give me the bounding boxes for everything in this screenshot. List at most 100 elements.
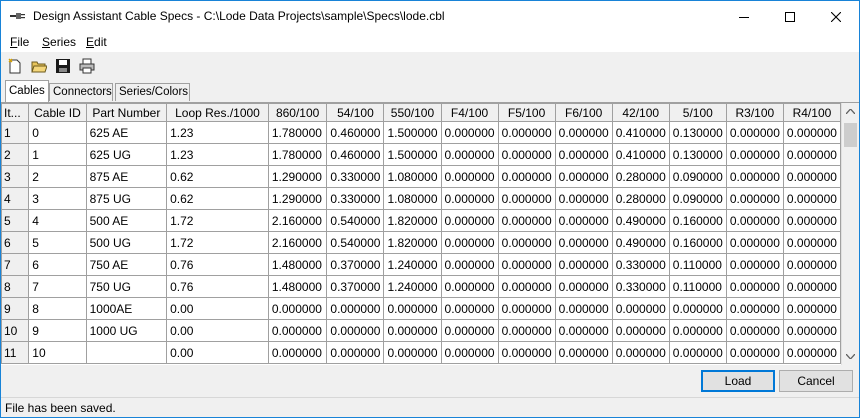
table-row[interactable]: 11 10 0.00 0.000000 0.000000 0.000000 0.000000… (1, 341, 841, 364)
table-cell[interactable]: 2 (28, 165, 87, 188)
table-cell[interactable]: 8 (28, 297, 87, 320)
table-cell[interactable]: 9 (28, 319, 87, 342)
column-header[interactable]: 54/100 (326, 103, 385, 122)
table-cell[interactable]: 0.000000 (782, 341, 841, 364)
table-row[interactable]: 6 5 500 UG 1.72 2.160000 0.540000 1.820000 0.00… (1, 231, 841, 254)
table-cell[interactable]: 1.820000 (383, 231, 442, 254)
table-cell[interactable]: 0.76 (166, 275, 269, 298)
table-cell[interactable]: 0.000000 (267, 341, 328, 364)
table-cell[interactable]: 0.090000 (668, 187, 727, 210)
table-row[interactable]: 2 1 625 UG 1.23 1.780000 0.460000 1.500000 0.00… (1, 143, 841, 166)
table-cell[interactable]: 0.000000 (668, 319, 727, 342)
table-cell[interactable]: 3 (28, 187, 87, 210)
table-cell[interactable]: 1.240000 (383, 253, 442, 276)
table-cell[interactable]: 625 UG (85, 143, 168, 166)
table-cell[interactable]: 0.000000 (554, 187, 613, 210)
table-cell[interactable]: 0.000000 (782, 165, 841, 188)
table-cell[interactable]: 0.130000 (668, 121, 727, 144)
table-cell[interactable]: 0.000000 (611, 319, 670, 342)
table-cell[interactable]: 4 (28, 209, 87, 232)
table-cell[interactable]: 0.000000 (497, 297, 556, 320)
table-row[interactable]: 7 6 750 AE 0.76 1.480000 0.370000 1.240000 0.00… (1, 253, 841, 276)
table-cell[interactable]: 0.000000 (668, 297, 727, 320)
column-header[interactable]: Loop Res./1000 (166, 103, 269, 122)
table-cell[interactable]: 0.000000 (782, 319, 841, 342)
print-button[interactable] (78, 57, 96, 75)
table-cell[interactable]: 1.780000 (267, 143, 328, 166)
row-header[interactable]: 7 (1, 253, 30, 276)
table-cell[interactable]: 0.460000 (326, 121, 385, 144)
scroll-down-arrow-icon[interactable] (842, 348, 859, 365)
table-row[interactable]: 3 2 875 AE 0.62 1.290000 0.330000 1.080000 0.00… (1, 165, 841, 188)
table-cell[interactable]: 0.000000 (440, 209, 499, 232)
table-cell[interactable]: 0 (28, 121, 87, 144)
menu-file[interactable]: File (10, 35, 29, 49)
table-cell[interactable]: 0.280000 (611, 165, 670, 188)
row-header[interactable]: 10 (1, 319, 30, 342)
table-cell[interactable]: 0.330000 (611, 253, 670, 276)
table-row[interactable]: 4 3 875 UG 0.62 1.290000 0.330000 1.080000 0.00… (1, 187, 841, 210)
table-cell[interactable]: 0.000000 (497, 187, 556, 210)
table-cell[interactable]: 875 UG (85, 187, 168, 210)
table-cell[interactable]: 625 AE (85, 121, 168, 144)
table-cell[interactable]: 0.000000 (725, 341, 784, 364)
save-button[interactable] (54, 57, 72, 75)
column-header[interactable]: F6/100 (554, 103, 613, 122)
row-header[interactable]: 4 (1, 187, 30, 210)
table-cell[interactable]: 875 AE (85, 165, 168, 188)
open-file-button[interactable] (30, 57, 48, 75)
row-header[interactable]: 6 (1, 231, 30, 254)
row-header[interactable]: 8 (1, 275, 30, 298)
table-cell[interactable]: 0.370000 (326, 275, 385, 298)
table-cell[interactable]: 0.370000 (326, 253, 385, 276)
table-cell[interactable]: 0.000000 (725, 187, 784, 210)
table-cell[interactable]: 0.000000 (725, 275, 784, 298)
table-cell[interactable]: 0.000000 (554, 121, 613, 144)
row-header[interactable]: 3 (1, 165, 30, 188)
table-cell[interactable]: 0.000000 (725, 253, 784, 276)
table-cell[interactable]: 0.000000 (782, 143, 841, 166)
table-cell[interactable]: 1.820000 (383, 209, 442, 232)
table-cell[interactable]: 0.490000 (611, 209, 670, 232)
table-cell[interactable]: 750 AE (85, 253, 168, 276)
column-header[interactable]: 550/100 (383, 103, 442, 122)
table-cell[interactable]: 0.000000 (497, 165, 556, 188)
table-cell[interactable]: 0.000000 (383, 297, 442, 320)
table-cell[interactable]: 0.110000 (668, 253, 727, 276)
menu-series[interactable]: Series (42, 35, 76, 49)
table-cell[interactable]: 1.290000 (267, 187, 328, 210)
table-cell[interactable]: 0.000000 (383, 319, 442, 342)
tab-series-colors[interactable]: Series/Colors (115, 83, 190, 101)
table-cell[interactable]: 0.000000 (326, 341, 385, 364)
table-cell[interactable]: 0.000000 (554, 165, 613, 188)
table-cell[interactable]: 7 (28, 275, 87, 298)
table-cell[interactable]: 0.000000 (267, 297, 328, 320)
table-cell[interactable]: 0.000000 (440, 275, 499, 298)
table-cell[interactable]: 0.000000 (782, 297, 841, 320)
table-cell[interactable]: 0.000000 (440, 319, 499, 342)
table-cell[interactable]: 0.330000 (326, 187, 385, 210)
table-cell[interactable]: 0.000000 (725, 297, 784, 320)
table-cell[interactable]: 0.000000 (782, 121, 841, 144)
table-row[interactable]: 9 8 1000AE 0.00 0.000000 0.000000 0.000000 0.00… (1, 297, 841, 320)
table-cell[interactable]: 0.000000 (554, 231, 613, 254)
table-cell[interactable]: 0.000000 (497, 319, 556, 342)
table-cell[interactable]: 1000 UG (85, 319, 168, 342)
table-cell[interactable]: 0.000000 (497, 341, 556, 364)
table-cell[interactable]: 0.000000 (440, 165, 499, 188)
table-cell[interactable]: 10 (28, 341, 87, 364)
column-header[interactable]: F4/100 (440, 103, 499, 122)
table-row[interactable]: 10 9 1000 UG 0.00 0.000000 0.000000 0.000000 0.… (1, 319, 841, 342)
table-cell[interactable]: 0.76 (166, 253, 269, 276)
table-cell[interactable]: 0.410000 (611, 143, 670, 166)
table-cell[interactable]: 0.000000 (725, 231, 784, 254)
table-cell[interactable]: 0.410000 (611, 121, 670, 144)
cancel-button[interactable]: Cancel (779, 370, 853, 392)
table-cell[interactable]: 0.000000 (725, 121, 784, 144)
maximize-button[interactable] (767, 1, 813, 32)
row-header[interactable]: 5 (1, 209, 30, 232)
table-cell[interactable]: 0.00 (166, 319, 269, 342)
table-cell[interactable]: 0.330000 (326, 165, 385, 188)
table-cell[interactable]: 1000AE (85, 297, 168, 320)
table-cell[interactable]: 0.460000 (326, 143, 385, 166)
